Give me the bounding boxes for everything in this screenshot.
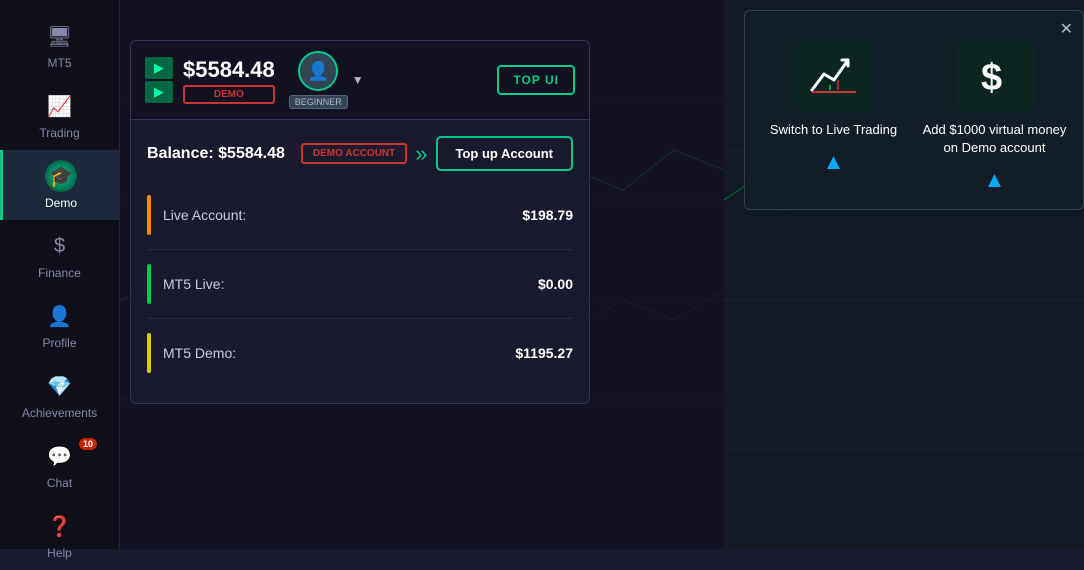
dropdown-header: ▶ ▶ $5584.48 DEMO 👤 BEGINNER ▼ TOP UI <box>131 41 589 120</box>
options-modal: ✕ Switch to Live Trading ▲ <box>744 10 1084 210</box>
demo-account-button[interactable]: DEMO ACCOUNT <box>301 143 407 164</box>
live-account-value: $198.79 <box>522 207 573 223</box>
achievements-icon: 💎 <box>44 370 76 402</box>
sidebar-label-help: Help <box>47 546 72 560</box>
mt5live-label: MT5 Live: <box>163 276 526 292</box>
demo-icon: 🎓 <box>45 160 77 192</box>
balance-row: Balance: $5584.48 DEMO ACCOUNT » Top up … <box>147 136 573 171</box>
sidebar-label-profile: Profile <box>42 336 76 350</box>
balance-label: Balance: $5584.48 <box>147 145 285 163</box>
mt5demo-account-row: MT5 Demo: $1195.27 <box>147 319 573 387</box>
switch-live-icon-wrap <box>794 41 874 111</box>
top-ui-button[interactable]: TOP UI <box>497 65 575 95</box>
sidebar-item-help[interactable]: ❓ Help <box>0 500 119 570</box>
add-money-arrow: ▲ <box>984 167 1006 193</box>
sidebar-item-achievements[interactable]: 💎 Achievements <box>0 360 119 430</box>
switch-live-arrow: ▲ <box>823 149 845 175</box>
trending-up-icon <box>808 50 860 102</box>
right-panel: ✕ Switch to Live Trading ▲ <box>724 0 1084 549</box>
sidebar-item-demo[interactable]: 🎓 Demo <box>0 150 119 220</box>
add-virtual-money-option[interactable]: $ Add $1000 virtual money on Demo accoun… <box>922 41 1067 193</box>
avatar[interactable]: 👤 <box>298 51 338 91</box>
finance-icon: $ <box>44 230 76 262</box>
trading-icon: 📈 <box>44 90 76 122</box>
add-money-icon-wrap: $ <box>955 41 1035 111</box>
header-balance: $5584.48 <box>183 57 275 83</box>
mt5demo-label: MT5 Demo: <box>163 345 503 361</box>
arrow-down-btn[interactable]: ▶ <box>145 81 173 103</box>
sidebar-label-finance: Finance <box>38 266 81 280</box>
live-account-label: Live Account: <box>163 207 510 223</box>
sidebar-label-chat: Chat <box>47 476 72 490</box>
chat-icon: 💬 <box>44 440 76 472</box>
modal-options: Switch to Live Trading ▲ $ Add $1000 vir… <box>761 41 1067 193</box>
nav-arrows: ▶ ▶ <box>145 57 173 103</box>
arrow-up-btn[interactable]: ▶ <box>145 57 173 79</box>
mt5-icon: 🖥 <box>44 20 76 52</box>
user-level-badge: BEGINNER <box>289 95 348 109</box>
balance-info: $5584.48 DEMO <box>183 57 275 104</box>
sidebar-item-trading[interactable]: 📈 Trading <box>0 80 119 150</box>
dropdown-body: Balance: $5584.48 DEMO ACCOUNT » Top up … <box>131 120 589 403</box>
live-account-row: Live Account: $198.79 <box>147 181 573 250</box>
avatar-area: 👤 BEGINNER ▼ <box>289 51 364 109</box>
profile-icon: 👤 <box>44 300 76 332</box>
sidebar-label-mt5: MT5 <box>48 56 72 70</box>
top-up-button[interactable]: Top up Account <box>436 136 573 171</box>
demo-badge: DEMO <box>183 85 275 104</box>
switch-to-live-option[interactable]: Switch to Live Trading ▲ <box>761 41 906 193</box>
svg-text:$: $ <box>981 57 1002 99</box>
mt5live-account-row: MT5 Live: $0.00 <box>147 250 573 319</box>
dollar-icon: $ <box>969 50 1021 102</box>
sidebar-item-mt5[interactable]: 🖥 MT5 <box>0 10 119 80</box>
live-indicator <box>147 195 151 235</box>
help-icon: ❓ <box>44 510 76 542</box>
sidebar-label-demo: Demo <box>45 196 77 210</box>
mt5demo-value: $1195.27 <box>515 345 573 361</box>
right-arrows-icon: » <box>415 141 427 167</box>
switch-live-label: Switch to Live Trading <box>770 121 897 139</box>
account-dropdown-panel: ▶ ▶ $5584.48 DEMO 👤 BEGINNER ▼ TOP UI Ba… <box>130 40 590 404</box>
sidebar-item-chat[interactable]: 💬 Chat 10 <box>0 430 119 500</box>
mt5live-value: $0.00 <box>538 276 573 292</box>
sidebar-label-trading: Trading <box>39 126 79 140</box>
add-money-label: Add $1000 virtual money on Demo account <box>922 121 1067 157</box>
mt5demo-indicator <box>147 333 151 373</box>
chat-badge: 10 <box>79 438 97 450</box>
balance-actions: DEMO ACCOUNT » Top up Account <box>301 136 573 171</box>
close-modal-button[interactable]: ✕ <box>1060 19 1073 39</box>
sidebar: 🖥 MT5 📈 Trading 🎓 Demo $ Finance 👤 Profi… <box>0 0 120 549</box>
sidebar-item-profile[interactable]: 👤 Profile <box>0 290 119 360</box>
avatar-dropdown-icon[interactable]: ▼ <box>352 73 364 87</box>
main-content: ▶ ▶ $5584.48 DEMO 👤 BEGINNER ▼ TOP UI Ba… <box>120 0 724 549</box>
sidebar-label-achievements: Achievements <box>22 406 97 420</box>
mt5live-indicator <box>147 264 151 304</box>
sidebar-item-finance[interactable]: $ Finance <box>0 220 119 290</box>
